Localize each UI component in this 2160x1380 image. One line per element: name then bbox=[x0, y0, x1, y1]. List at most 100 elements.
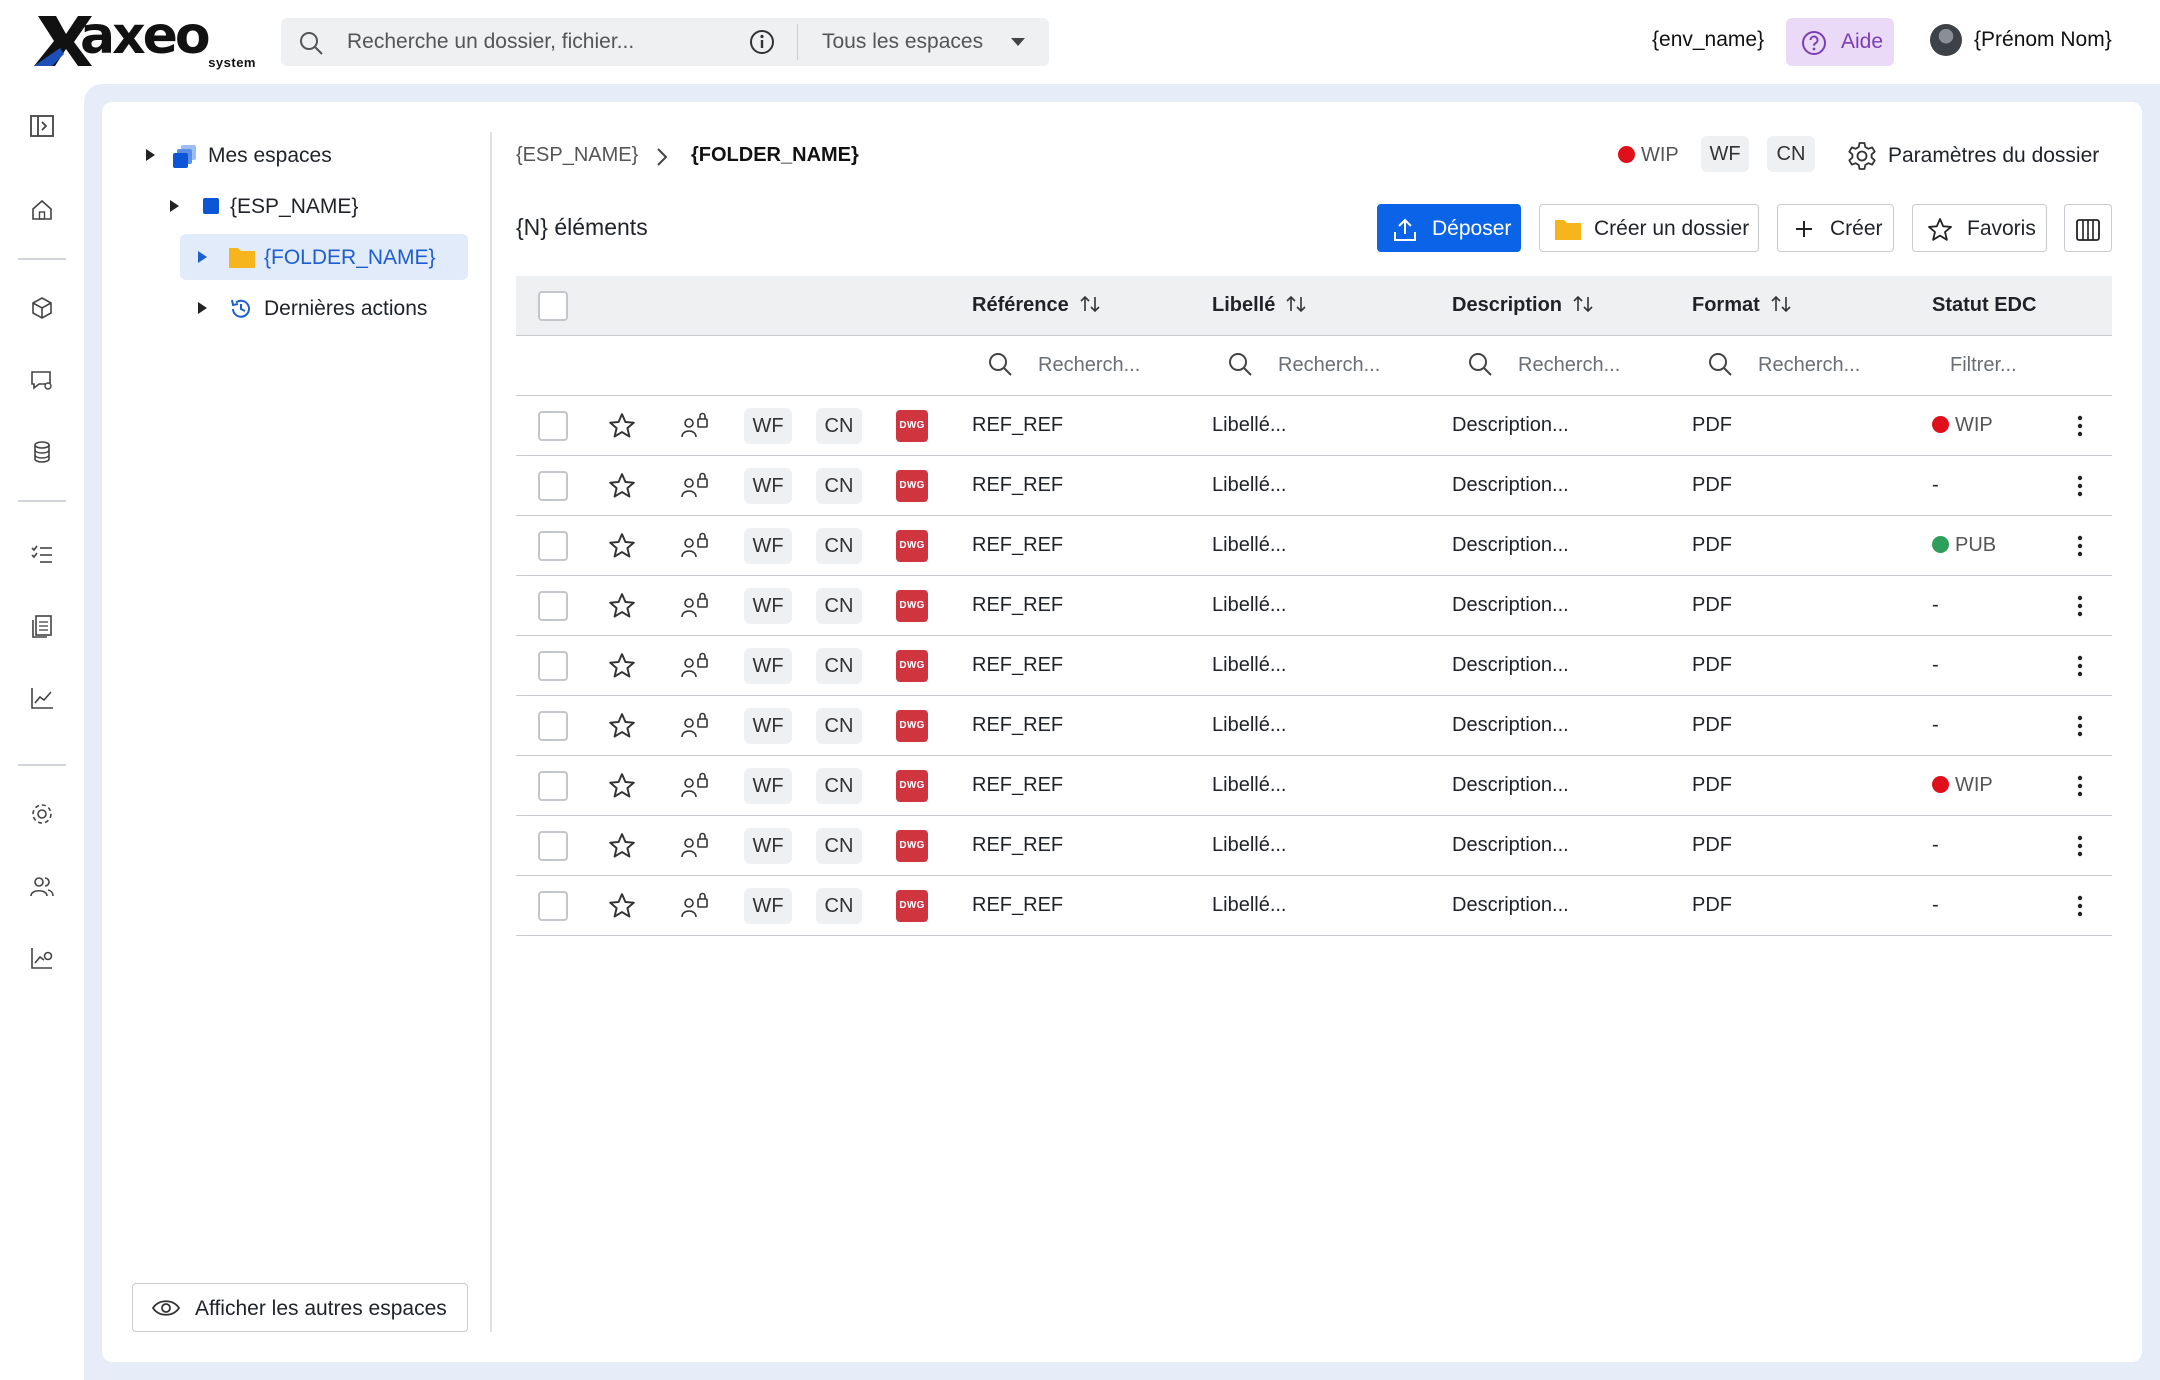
settings-icon[interactable] bbox=[28, 800, 56, 828]
documents-icon[interactable] bbox=[28, 612, 56, 640]
cell-reference[interactable]: REF_REF bbox=[972, 414, 1063, 437]
cell-reference[interactable]: REF_REF bbox=[972, 834, 1063, 857]
table-row[interactable]: WF CN DWG REF_REF Libellé... Description… bbox=[516, 876, 2112, 936]
table-row[interactable]: WF CN DWG REF_REF Libellé... Description… bbox=[516, 636, 2112, 696]
row-checkbox[interactable] bbox=[538, 771, 568, 801]
favorite-star-icon[interactable] bbox=[608, 532, 636, 560]
sort-icon[interactable] bbox=[1079, 294, 1101, 314]
info-icon[interactable] bbox=[748, 28, 776, 56]
row-checkbox[interactable] bbox=[538, 531, 568, 561]
favorite-star-icon[interactable] bbox=[608, 472, 636, 500]
tree-item-my-spaces[interactable]: Mes espaces bbox=[144, 132, 444, 178]
columns-button[interactable] bbox=[2064, 204, 2112, 252]
favorite-star-icon[interactable] bbox=[608, 592, 636, 620]
help-button[interactable]: Aide bbox=[1786, 18, 1894, 66]
table-row[interactable]: WF CN DWG REF_REF Libellé... Description… bbox=[516, 696, 2112, 756]
caret-down-icon[interactable] bbox=[1010, 36, 1026, 48]
user-lock-icon[interactable] bbox=[680, 471, 710, 501]
favorite-star-icon[interactable] bbox=[608, 412, 636, 440]
more-vertical-icon[interactable] bbox=[2076, 593, 2084, 619]
more-vertical-icon[interactable] bbox=[2076, 773, 2084, 799]
chat-settings-icon[interactable] bbox=[28, 366, 56, 394]
create-button[interactable]: Créer bbox=[1777, 204, 1894, 252]
cell-reference[interactable]: REF_REF bbox=[972, 774, 1063, 797]
user-lock-icon[interactable] bbox=[680, 591, 710, 621]
search-bar[interactable]: Recherche un dossier, fichier... Tous le… bbox=[281, 18, 1049, 66]
breadcrumb-space[interactable]: {ESP_NAME} bbox=[516, 144, 638, 167]
row-checkbox[interactable] bbox=[538, 471, 568, 501]
row-checkbox[interactable] bbox=[538, 891, 568, 921]
create-folder-button[interactable]: Créer un dossier bbox=[1539, 204, 1759, 252]
cell-reference[interactable]: REF_REF bbox=[972, 594, 1063, 617]
column-header-label-col[interactable]: Libellé bbox=[1212, 294, 1307, 317]
user-lock-icon[interactable] bbox=[680, 771, 710, 801]
format-filter-input[interactable]: Recherch... bbox=[1709, 353, 1860, 377]
column-header-format[interactable]: Format bbox=[1692, 294, 1792, 317]
tree-item-recent-actions[interactable]: Dernières actions bbox=[196, 285, 468, 331]
expand-arrow-icon[interactable] bbox=[144, 148, 156, 162]
cell-reference[interactable]: REF_REF bbox=[972, 474, 1063, 497]
user-lock-icon[interactable] bbox=[680, 531, 710, 561]
analytics-settings-icon[interactable] bbox=[28, 944, 56, 972]
row-checkbox[interactable] bbox=[538, 411, 568, 441]
favorites-button[interactable]: Favoris bbox=[1912, 204, 2047, 252]
favorite-star-icon[interactable] bbox=[608, 892, 636, 920]
sort-icon[interactable] bbox=[1572, 294, 1594, 314]
table-row[interactable]: WF CN DWG REF_REF Libellé... Description… bbox=[516, 516, 2112, 576]
more-vertical-icon[interactable] bbox=[2076, 533, 2084, 559]
sort-icon[interactable] bbox=[1770, 294, 1792, 314]
select-all-checkbox[interactable] bbox=[538, 291, 568, 321]
expand-arrow-icon[interactable] bbox=[196, 301, 208, 315]
user-lock-icon[interactable] bbox=[680, 651, 710, 681]
tree-item-folder-selected[interactable]: {FOLDER_NAME} bbox=[180, 234, 468, 280]
expand-arrow-icon[interactable] bbox=[196, 250, 208, 264]
database-icon[interactable] bbox=[28, 438, 56, 466]
cell-reference[interactable]: REF_REF bbox=[972, 714, 1063, 737]
chart-icon[interactable] bbox=[28, 684, 56, 712]
table-row[interactable]: WF CN DWG REF_REF Libellé... Description… bbox=[516, 756, 2112, 816]
description-filter-input[interactable]: Recherch... bbox=[1469, 353, 1620, 377]
row-checkbox[interactable] bbox=[538, 591, 568, 621]
favorite-star-icon[interactable] bbox=[608, 652, 636, 680]
user-lock-icon[interactable] bbox=[680, 711, 710, 741]
home-icon[interactable] bbox=[28, 196, 56, 224]
collapse-panel-icon[interactable] bbox=[28, 112, 56, 140]
more-vertical-icon[interactable] bbox=[2076, 833, 2084, 859]
expand-arrow-icon[interactable] bbox=[168, 199, 180, 213]
cell-reference[interactable]: REF_REF bbox=[972, 894, 1063, 917]
row-checkbox[interactable] bbox=[538, 831, 568, 861]
row-checkbox[interactable] bbox=[538, 651, 568, 681]
cell-reference[interactable]: REF_REF bbox=[972, 534, 1063, 557]
more-vertical-icon[interactable] bbox=[2076, 893, 2084, 919]
users-icon[interactable] bbox=[28, 872, 56, 900]
user-lock-icon[interactable] bbox=[680, 411, 710, 441]
table-row[interactable]: WF CN DWG REF_REF Libellé... Description… bbox=[516, 396, 2112, 456]
folder-settings-button[interactable]: Paramètres du dossier bbox=[1846, 140, 2099, 172]
sort-icon[interactable] bbox=[1285, 294, 1307, 314]
column-header-reference[interactable]: Référence bbox=[972, 294, 1101, 317]
search-input[interactable]: Recherche un dossier, fichier... bbox=[347, 30, 634, 54]
favorite-star-icon[interactable] bbox=[608, 712, 636, 740]
favorite-star-icon[interactable] bbox=[608, 772, 636, 800]
checklist-icon[interactable] bbox=[28, 540, 56, 568]
tree-item-space[interactable]: {ESP_NAME} bbox=[168, 183, 444, 229]
table-row[interactable]: WF CN DWG REF_REF Libellé... Description… bbox=[516, 456, 2112, 516]
show-other-spaces-button[interactable]: Afficher les autres espaces bbox=[132, 1283, 468, 1332]
more-vertical-icon[interactable] bbox=[2076, 413, 2084, 439]
label-filter-input[interactable]: Recherch... bbox=[1229, 353, 1380, 377]
column-header-description[interactable]: Description bbox=[1452, 294, 1594, 317]
user-lock-icon[interactable] bbox=[680, 831, 710, 861]
scope-select[interactable]: Tous les espaces bbox=[822, 30, 983, 54]
axeo-logo[interactable]: axeo system bbox=[34, 8, 260, 70]
column-header-status[interactable]: Statut EDC bbox=[1932, 294, 2036, 317]
user-lock-icon[interactable] bbox=[680, 891, 710, 921]
more-vertical-icon[interactable] bbox=[2076, 473, 2084, 499]
status-filter-select[interactable]: Filtrer... bbox=[1950, 354, 2017, 377]
row-checkbox[interactable] bbox=[538, 711, 568, 741]
more-vertical-icon[interactable] bbox=[2076, 713, 2084, 739]
upload-button[interactable]: Déposer bbox=[1377, 204, 1521, 252]
table-row[interactable]: WF CN DWG REF_REF Libellé... Description… bbox=[516, 816, 2112, 876]
more-vertical-icon[interactable] bbox=[2076, 653, 2084, 679]
cube-icon[interactable] bbox=[28, 294, 56, 322]
reference-filter-input[interactable]: Recherch... bbox=[989, 353, 1140, 377]
